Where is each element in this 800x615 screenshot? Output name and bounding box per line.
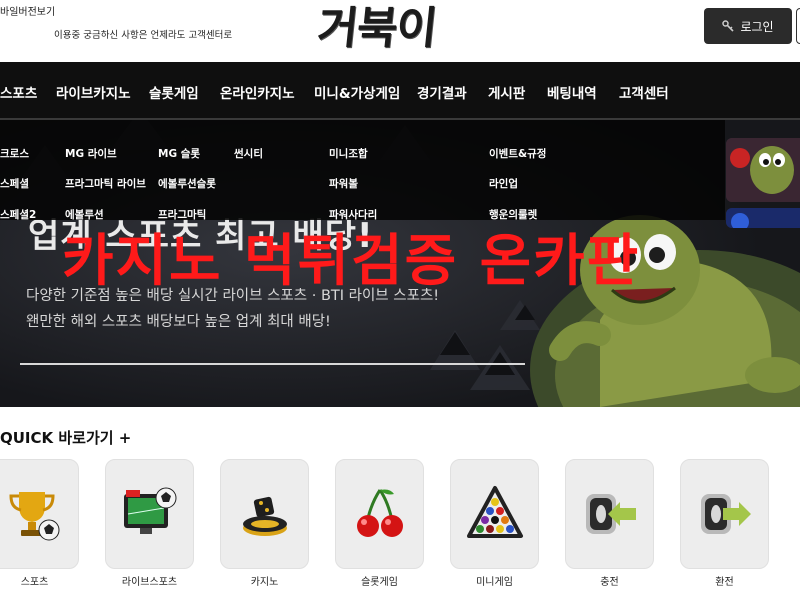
nav-item-bet-history[interactable]: 베팅내역 bbox=[547, 82, 597, 102]
signup-button[interactable] bbox=[796, 8, 800, 44]
quick-tile-deposit[interactable] bbox=[565, 459, 654, 569]
quick-tile-label: 환전 bbox=[715, 577, 734, 588]
quick-tile-label: 라이브스포츠 bbox=[121, 577, 178, 588]
hero-divider bbox=[20, 363, 525, 365]
nav-item-mini-games[interactable]: 미니&가상게임 bbox=[314, 82, 400, 102]
nav-item-slot[interactable]: 슬롯게임 bbox=[149, 82, 199, 102]
menu-item-suncity[interactable]: 썬시티 bbox=[234, 146, 263, 161]
login-label: 로그인 bbox=[740, 19, 774, 34]
hero-subtitle-2: 왠만한 해외 스포츠 배당보다 높은 업계 최대 배당! bbox=[26, 314, 331, 330]
menu-item-cross[interactable]: 크로스 bbox=[0, 146, 29, 161]
notice-text: 이용중 궁금하신 사항은 언제라도 고객센터로 bbox=[54, 30, 233, 41]
menu-item-powerball[interactable]: 파워볼 bbox=[329, 176, 358, 191]
mobile-version-link[interactable]: 바일버전보기 bbox=[0, 3, 55, 18]
mega-menu-dropdown: 크로스 스페셜 스페셜2 MG 라이브 프라그마틱 라이브 에볼루션 MG 슬롯… bbox=[0, 120, 725, 222]
nav-item-sports[interactable]: 스포츠 bbox=[0, 82, 37, 102]
nav-item-online-casino[interactable]: 온라인카지노 bbox=[220, 82, 295, 102]
quick-links-section: QUICK 바로가기 + 스포츠 라이브스포츠 카지노 슬롯게임 미니게임 충전… bbox=[0, 407, 800, 615]
menu-item-lineup[interactable]: 라인업 bbox=[489, 176, 518, 191]
main-nav: 스포츠 라이브카지노 슬롯게임 온라인카지노 미니&가상게임 경기결과 게시판 … bbox=[0, 62, 800, 120]
quick-tile-label: 카지노 bbox=[250, 577, 279, 588]
cherry-icon bbox=[356, 489, 403, 537]
chips-icon bbox=[242, 496, 287, 536]
billiard-rack-icon bbox=[466, 486, 523, 538]
top-header: 바일버전보기 이용중 궁금하신 사항은 언제라도 고객센터로 거북이 로그인 bbox=[0, 0, 800, 62]
menu-item-evolution-slot[interactable]: 에볼루션슬롯 bbox=[158, 176, 216, 191]
quick-tile-label: 스포츠 bbox=[20, 577, 49, 588]
nav-item-board[interactable]: 게시판 bbox=[488, 82, 525, 102]
key-icon bbox=[722, 20, 735, 32]
quick-tile-label: 충전 bbox=[600, 577, 619, 588]
menu-item-mg-slot[interactable]: MG 슬롯 bbox=[158, 146, 200, 161]
side-banner-1[interactable] bbox=[726, 138, 800, 202]
site-logo[interactable]: 거북이 bbox=[315, 0, 440, 56]
menu-item-pragmatic-live[interactable]: 프라그마틱 라이브 bbox=[65, 176, 146, 191]
withdraw-icon bbox=[700, 494, 751, 534]
quick-tile-withdraw[interactable] bbox=[680, 459, 769, 569]
nav-item-support[interactable]: 고객센터 bbox=[619, 82, 669, 102]
quick-tile-mini-game[interactable] bbox=[450, 459, 539, 569]
quick-tile-slot[interactable] bbox=[335, 459, 424, 569]
side-banner-2[interactable] bbox=[726, 208, 800, 228]
live-tv-icon bbox=[123, 487, 176, 534]
quick-tile-label: 슬롯게임 bbox=[361, 577, 398, 588]
deposit-icon bbox=[585, 494, 636, 534]
menu-item-special[interactable]: 스페셜 bbox=[0, 176, 29, 191]
menu-item-mini-combo[interactable]: 미니조합 bbox=[329, 146, 368, 161]
menu-item-mg-live[interactable]: MG 라이브 bbox=[65, 146, 117, 161]
nav-item-live-casino[interactable]: 라이브카지노 bbox=[56, 82, 131, 102]
trophy-icon bbox=[8, 492, 59, 541]
watermark-text: 카지노 먹튀검증 온카판 bbox=[62, 229, 641, 294]
quick-tile-label: 미니게임 bbox=[476, 577, 513, 588]
login-button[interactable]: 로그인 bbox=[704, 8, 792, 44]
nav-item-results[interactable]: 경기결과 bbox=[417, 82, 467, 102]
hero-banner[interactable]: 업계 스포츠 최고 배당! 다양한 기준점 높은 배당 실시간 라이브 스포츠 … bbox=[0, 120, 800, 407]
menu-item-special2[interactable]: 스페셜2 bbox=[0, 207, 36, 222]
quick-tile-live-sports[interactable] bbox=[105, 459, 194, 569]
menu-item-events[interactable]: 이벤트&규정 bbox=[489, 146, 546, 161]
quick-links-title: QUICK 바로가기 + bbox=[0, 429, 132, 447]
quick-tile-casino[interactable] bbox=[220, 459, 309, 569]
quick-tile-sports[interactable] bbox=[0, 459, 79, 569]
